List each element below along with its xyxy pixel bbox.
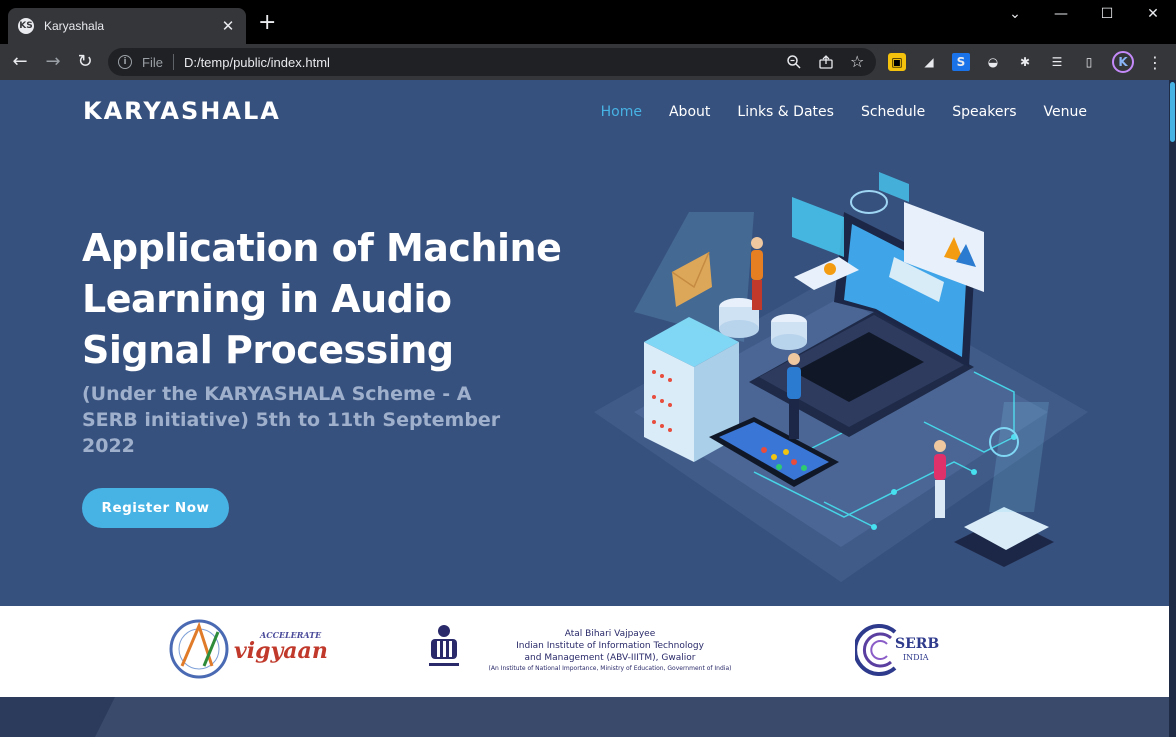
back-arrow-icon[interactable]: ← <box>8 50 32 74</box>
extension-s-icon[interactable]: S <box>952 53 970 71</box>
close-tab-icon[interactable]: ✕ <box>220 17 236 35</box>
page-scrollbar[interactable] <box>1169 80 1176 737</box>
main-nav: Home About Links & Dates Schedule Speake… <box>574 104 1087 120</box>
nav-links-dates[interactable]: Links & Dates <box>737 104 834 120</box>
vigyaan-logo: vigyaan <box>234 638 328 664</box>
scrollbar-thumb[interactable] <box>1170 82 1175 142</box>
browser-tab[interactable]: KS Karyashala ✕ <box>8 8 246 44</box>
serb-sub: INDIA <box>903 653 929 662</box>
nav-venue[interactable]: Venue <box>1044 104 1087 120</box>
reload-icon[interactable]: ↻ <box>73 50 97 74</box>
serb-name: SERB <box>895 636 940 652</box>
browser-toolbar: ← → ↻ i File D:/temp/public/index.html ☆… <box>0 44 1176 80</box>
url-scheme: File <box>142 54 163 70</box>
new-tab-button[interactable]: + <box>258 12 276 34</box>
url-text[interactable]: D:/temp/public/index.html <box>184 55 330 70</box>
abv-iiitm-text: Atal Bihari Vajpayee Indian Institute of… <box>470 628 750 673</box>
nav-home[interactable]: Home <box>601 104 642 120</box>
maximize-icon[interactable]: ☐ <box>1092 6 1122 22</box>
more-menu-icon[interactable]: ⋮ <box>1146 53 1164 72</box>
zoom-icon[interactable] <box>786 54 802 74</box>
nav-about[interactable]: About <box>669 104 710 120</box>
nav-speakers[interactable]: Speakers <box>952 104 1016 120</box>
extension-icon[interactable]: ▣ <box>888 53 906 71</box>
browser-tab-bar: KS Karyashala ✕ + ⌄ — ☐ ✕ <box>0 0 1176 44</box>
nav-schedule[interactable]: Schedule <box>861 104 925 120</box>
accelerate-vigyaan-emblem-icon <box>169 619 229 679</box>
profile-avatar[interactable]: K <box>1112 51 1134 73</box>
address-bar[interactable]: i File D:/temp/public/index.html ☆ <box>108 48 876 76</box>
extensions-puzzle-icon[interactable]: ✱ <box>1016 53 1034 71</box>
abv-line-4: (An Institute of National Importance, Mi… <box>488 665 732 672</box>
side-panel-icon[interactable]: ▯ <box>1080 53 1098 71</box>
sponsors-strip: ACCELERATE vigyaan Atal Bihari Vajpayee … <box>0 606 1169 697</box>
site-favicon-icon: KS <box>18 18 34 34</box>
extension-hat-icon[interactable]: ◢ <box>920 53 938 71</box>
divider <box>172 54 174 70</box>
extension-mask-icon[interactable]: ◒ <box>984 53 1002 71</box>
tab-title: Karyashala <box>44 19 105 33</box>
hero-title: Application of Machine Learning in Audio… <box>82 226 562 372</box>
minimize-icon[interactable]: — <box>1046 6 1076 22</box>
info-icon[interactable]: i <box>118 55 132 69</box>
hero-subtitle: (Under the KARYASHALA Scheme - A SERB in… <box>82 383 501 457</box>
web-page: KARYASHALA Home About Links & Dates Sche… <box>0 80 1169 737</box>
abv-line-3: and Management (ABV-IIITM), Gwalior <box>524 653 696 663</box>
bookmark-star-icon[interactable]: ☆ <box>850 52 864 71</box>
reading-list-icon[interactable]: ☰ <box>1048 53 1066 71</box>
forward-arrow-icon[interactable]: → <box>41 50 65 74</box>
site-logo[interactable]: KARYASHALA <box>83 97 281 125</box>
tab-search-icon[interactable]: ⌄ <box>1000 6 1030 22</box>
next-section-band <box>0 697 1169 737</box>
register-now-button[interactable]: Register Now <box>82 488 229 528</box>
hero-illustration <box>594 172 1088 582</box>
abv-line-2: Indian Institute of Information Technolo… <box>516 641 704 651</box>
close-window-icon[interactable]: ✕ <box>1138 6 1168 22</box>
abv-line-1: Atal Bihari Vajpayee <box>564 629 656 639</box>
abv-iiitm-emblem-icon <box>429 625 459 666</box>
share-icon[interactable] <box>818 54 834 74</box>
